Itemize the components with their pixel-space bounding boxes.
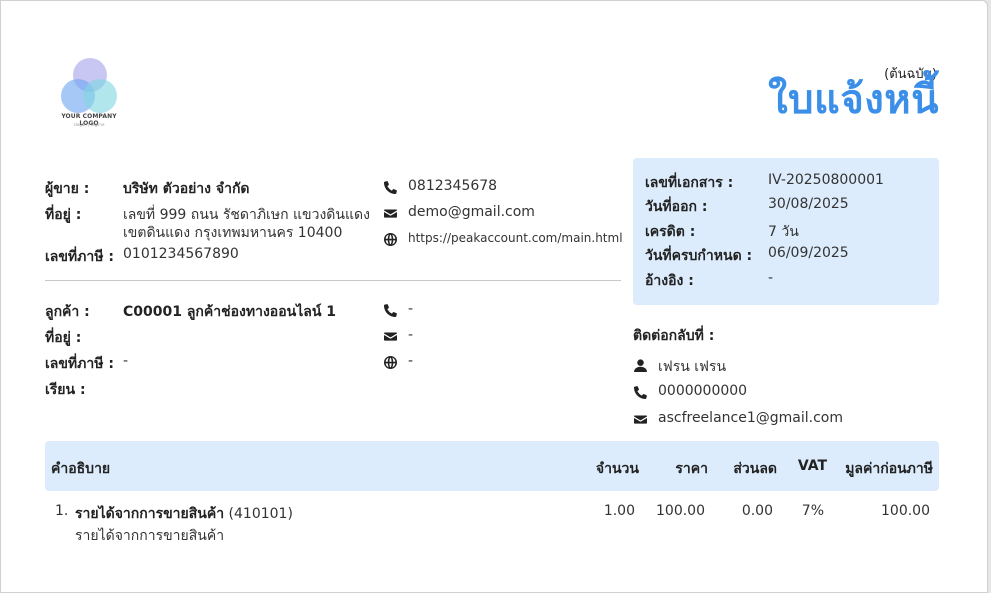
contact-name: เฟรน เฟรน: [658, 359, 727, 375]
row-detail: รายได้จากการขายสินค้า: [75, 528, 225, 544]
globe-icon: [383, 232, 397, 246]
seller-website[interactable]: https://peakaccount.com/main.html: [408, 231, 623, 245]
due-date-label: วันที่ครบกำหนด :: [645, 248, 753, 264]
row-discount: 0.00: [741, 503, 773, 519]
envelope-icon: [383, 329, 397, 343]
customer-name: C00001 ลูกค้าช่องทางออนไลน์ 1: [123, 304, 337, 320]
due-date: 06/09/2025: [768, 245, 849, 261]
items-table-header: คำอธิบาย จำนวน ราคา ส่วนลด VAT มูลค่าก่อ…: [45, 441, 939, 491]
column-header-vat: VAT: [797, 458, 827, 474]
contact-email: ascfreelance1@gmail.com: [658, 410, 843, 426]
column-header-quantity: จำนวน: [595, 461, 639, 477]
row-title-line: รายได้จากการขายสินค้า (410101): [75, 503, 293, 525]
phone-icon: [383, 303, 397, 317]
reference-label: อ้างอิง :: [645, 273, 694, 289]
row-code: (410101): [228, 506, 293, 522]
seller-name: บริษัท ตัวอย่าง จำกัด: [123, 181, 250, 197]
invoice-page: YOUR COMPANY LOGO slogan | tagline (ต้นฉ…: [0, 0, 988, 593]
seller-email: demo@gmail.com: [408, 204, 535, 220]
customer-website: -: [408, 353, 414, 369]
issue-date: 30/08/2025: [768, 196, 849, 212]
customer-address-label: ที่อยู่ :: [45, 330, 82, 346]
envelope-icon: [633, 412, 647, 426]
credit-label: เครดิต :: [645, 224, 696, 240]
seller-address-label: ที่อยู่ :: [45, 207, 82, 223]
customer-tax-id: -: [123, 353, 129, 369]
phone-icon: [383, 180, 397, 194]
column-header-description: คำอธิบาย: [51, 461, 111, 477]
section-divider: [45, 280, 621, 281]
row-title: รายได้จากการขายสินค้า: [75, 506, 225, 522]
seller-address-line2: เขตดินแดง กรุงเทพมหานคร 10400: [123, 225, 343, 241]
envelope-icon: [383, 206, 397, 220]
phone-icon: [633, 385, 647, 399]
row-quantity: 1.00: [603, 503, 635, 519]
contact-phone: 0000000000: [658, 383, 748, 399]
document-title: ใบแจ้งหนี้: [768, 77, 939, 123]
issue-date-label: วันที่ออก :: [645, 199, 708, 215]
seller-tax-id: 0101234567890: [123, 246, 239, 262]
seller-phone: 0812345678: [408, 178, 498, 194]
credit-value: 7 วัน: [768, 224, 799, 240]
customer-attn-label: เรียน :: [45, 382, 86, 398]
row-price: 100.00: [656, 503, 705, 519]
row-amount: 100.00: [881, 503, 930, 519]
doc-number: IV-20250800001: [768, 172, 884, 188]
company-logo: YOUR COMPANY LOGO slogan | tagline: [53, 57, 125, 129]
column-header-price: ราคา: [675, 461, 708, 477]
globe-icon: [383, 355, 397, 369]
customer-tax-label: เลขที่ภาษี :: [45, 356, 114, 372]
doc-number-label: เลขที่เอกสาร :: [645, 175, 734, 191]
reference-value: -: [768, 270, 774, 286]
column-header-amount: มูลค่าก่อนภาษี: [845, 461, 933, 477]
user-icon: [633, 358, 647, 372]
customer-email: -: [408, 327, 414, 343]
logo-circle: [83, 79, 117, 113]
row-index: 1.: [55, 503, 69, 519]
logo-subtext: slogan | tagline: [73, 122, 105, 127]
seller-tax-label: เลขที่ภาษี :: [45, 249, 114, 265]
contact-label: ติดต่อกลับที่ :: [633, 328, 715, 344]
customer-label: ลูกค้า :: [45, 304, 90, 320]
customer-phone: -: [408, 301, 414, 317]
column-header-discount: ส่วนลด: [733, 461, 777, 477]
seller-label: ผู้ขาย :: [45, 181, 90, 197]
row-vat: 7%: [801, 503, 824, 519]
